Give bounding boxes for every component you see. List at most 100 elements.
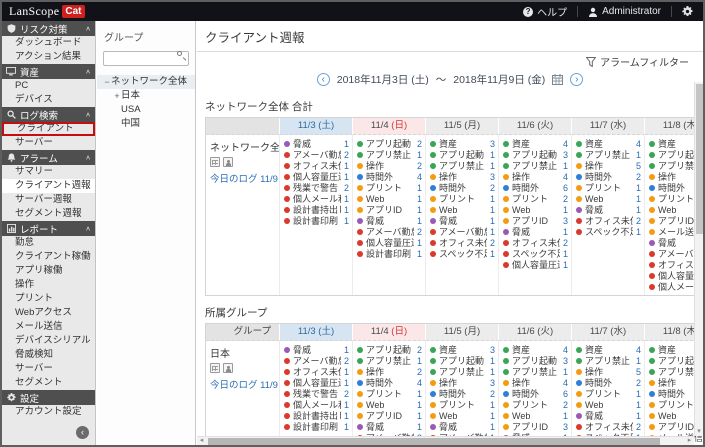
alarm-count-link[interactable]: 2	[487, 238, 495, 248]
sidebar-item-client-uptime[interactable]: クライアント稼働	[2, 250, 95, 264]
alarm-count-link[interactable]: 1	[414, 194, 422, 204]
alarm-count-link[interactable]: 2	[414, 139, 422, 149]
alarm-count-link[interactable]: 1	[414, 356, 422, 366]
alarm-count-link[interactable]: 1	[341, 378, 349, 388]
alarm-count-link[interactable]: 5	[633, 161, 641, 171]
alarm-count-link[interactable]: 1	[633, 227, 641, 237]
help-button[interactable]: ? ヘルプ	[513, 2, 577, 21]
alarm-count-link[interactable]: 3	[487, 172, 495, 182]
alarm-count-link[interactable]: 2	[414, 161, 422, 171]
alarm-count-link[interactable]: 2	[414, 367, 422, 377]
tree-expander[interactable]: −	[103, 75, 111, 89]
alarm-count-link[interactable]: 1	[414, 238, 422, 248]
alarm-count-link[interactable]: 3	[487, 345, 495, 355]
tree-item-china[interactable]: 中国	[97, 117, 195, 131]
alarm-count-link[interactable]: 1	[341, 411, 349, 421]
alarm-count-link[interactable]: 6	[560, 183, 568, 193]
alarm-count-link[interactable]: 2	[341, 356, 349, 366]
sidebar-item-threat-detection[interactable]: 脅威検知	[2, 348, 95, 362]
alarm-count-link[interactable]: 1	[341, 345, 349, 355]
alarm-count-link[interactable]: 1	[341, 205, 349, 215]
sidebar-section-risk[interactable]: リスク対策 ∧	[2, 21, 95, 36]
alarm-count-link[interactable]: 1	[633, 400, 641, 410]
alarm-count-link[interactable]: 3	[560, 150, 568, 160]
alarm-count-link[interactable]: 1	[633, 389, 641, 399]
sidebar-item-segment[interactable]: セグメント	[2, 376, 95, 390]
alarm-count-link[interactable]: 2	[560, 238, 568, 248]
sidebar-item-device-serial[interactable]: デバイスシリアル	[2, 334, 95, 348]
alarm-count-link[interactable]: 2	[341, 389, 349, 399]
sidebar-section-report[interactable]: レポート ∧	[2, 221, 95, 236]
alarm-count-link[interactable]: 2	[560, 400, 568, 410]
tree-expander[interactable]: +	[113, 89, 121, 103]
alarm-count-link[interactable]: 1	[487, 411, 495, 421]
alarm-count-link[interactable]: 1	[633, 205, 641, 215]
alarm-count-link[interactable]: 1	[414, 150, 422, 160]
alarm-count-link[interactable]: 1	[487, 227, 495, 237]
alarm-count-link[interactable]: 3	[560, 356, 568, 366]
alarm-count-link[interactable]: 4	[414, 378, 422, 388]
alarm-count-link[interactable]: 3	[487, 139, 495, 149]
prev-week-button[interactable]: ‹	[316, 72, 330, 86]
alarm-count-link[interactable]: 1	[560, 260, 568, 270]
sidebar-item-attendance[interactable]: 勤怠	[2, 236, 95, 250]
sidebar-item-client-weekly[interactable]: クライアント週報	[2, 179, 95, 193]
tree-item-network-all[interactable]: − ネットワーク全体	[97, 75, 195, 89]
sidebar-item-app-uptime[interactable]: アプリ稼働	[2, 264, 95, 278]
alarm-count-link[interactable]: 1	[487, 367, 495, 377]
alarm-count-link[interactable]: 4	[414, 172, 422, 182]
alarm-count-link[interactable]: 4	[633, 139, 641, 149]
alarm-count-link[interactable]: 2	[633, 172, 641, 182]
mini-calendar-icon[interactable]	[210, 363, 220, 373]
alarm-count-link[interactable]: 1	[560, 227, 568, 237]
sidebar-item-devices[interactable]: デバイス	[2, 93, 95, 107]
mini-user-icon[interactable]	[223, 363, 233, 373]
sidebar-item-pc[interactable]: PC	[2, 79, 95, 93]
alarm-count-link[interactable]: 2	[487, 389, 495, 399]
sidebar-item-server-weekly[interactable]: サーバー週報	[2, 193, 95, 207]
alarm-count-link[interactable]: 1	[487, 356, 495, 366]
alarm-count-link[interactable]: 1	[341, 422, 349, 432]
sidebar-section-log-search[interactable]: ログ検索 ∧	[2, 107, 95, 122]
sidebar-item-operation[interactable]: 操作	[2, 278, 95, 292]
alarm-count-link[interactable]: 1	[341, 400, 349, 410]
alarm-count-link[interactable]: 1	[633, 194, 641, 204]
alarm-count-link[interactable]: 3	[560, 422, 568, 432]
alarm-count-link[interactable]: 5	[633, 367, 641, 377]
alarm-count-link[interactable]: 1	[487, 205, 495, 215]
alarm-count-link[interactable]: 1	[560, 249, 568, 259]
alarm-count-link[interactable]: 2	[414, 345, 422, 355]
tree-item-usa[interactable]: USA	[97, 103, 195, 117]
alarm-count-link[interactable]: 1	[414, 183, 422, 193]
alarm-count-link[interactable]: 1	[487, 422, 495, 432]
alarm-count-link[interactable]: 1	[341, 367, 349, 377]
alarm-count-link[interactable]: 1	[414, 205, 422, 215]
sidebar-item-web-access[interactable]: Webアクセス	[2, 306, 95, 320]
alarm-count-link[interactable]: 2	[341, 150, 349, 160]
settings-menu-button[interactable]	[672, 2, 703, 21]
alarm-count-link[interactable]: 1	[487, 249, 495, 259]
alarm-count-link[interactable]: 3	[487, 378, 495, 388]
alarm-count-link[interactable]: 1	[341, 161, 349, 171]
alarm-count-link[interactable]: 4	[560, 378, 568, 388]
alarm-filter-button[interactable]: アラームフィルター	[197, 52, 703, 69]
alarm-count-link[interactable]: 1	[414, 422, 422, 432]
alarm-count-link[interactable]: 1	[560, 367, 568, 377]
alarm-count-link[interactable]: 1	[633, 150, 641, 160]
today-log-link[interactable]: 今日のログ 11/9 (金)	[210, 377, 279, 391]
alarm-count-link[interactable]: 1	[487, 150, 495, 160]
sidebar-item-action-results[interactable]: アクション結果	[2, 50, 95, 64]
alarm-count-link[interactable]: 4	[560, 345, 568, 355]
mini-user-icon[interactable]	[223, 157, 233, 167]
alarm-count-link[interactable]: 1	[414, 400, 422, 410]
alarm-count-link[interactable]: 1	[341, 194, 349, 204]
alarm-count-link[interactable]: 1	[487, 161, 495, 171]
sidebar-item-server[interactable]: サーバー	[2, 136, 95, 150]
alarm-count-link[interactable]: 2	[633, 422, 641, 432]
alarm-count-link[interactable]: 1	[560, 205, 568, 215]
tree-item-japan[interactable]: + 日本	[97, 89, 195, 103]
alarm-count-link[interactable]: 4	[560, 172, 568, 182]
sidebar-item-account-settings[interactable]: アカウント設定	[2, 405, 95, 419]
alarm-count-link[interactable]: 1	[341, 172, 349, 182]
scroll-right-arrow[interactable]: ▸	[685, 437, 694, 445]
